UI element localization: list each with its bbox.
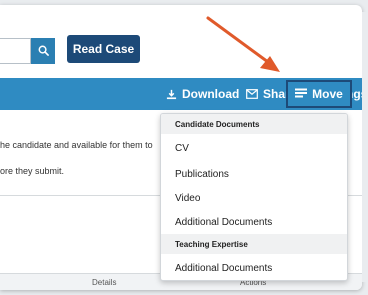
read-case-button[interactable]: Read Case	[67, 35, 140, 63]
search-input[interactable]	[0, 38, 31, 64]
menu-item-cv[interactable]: CV	[161, 134, 347, 162]
move-dropdown-menu: Candidate Documents CV Publications Vide…	[160, 113, 348, 281]
column-header-details[interactable]: Details	[92, 278, 116, 287]
description-line-2: ore they submit.	[0, 166, 65, 176]
move-button[interactable]: Move	[286, 80, 352, 108]
download-icon	[166, 89, 177, 100]
download-label: Download	[182, 87, 240, 101]
move-label: Move	[312, 87, 343, 101]
search-icon	[38, 44, 49, 59]
menu-section-candidate-documents: Candidate Documents	[161, 114, 347, 134]
menu-section-teaching-expertise: Teaching Expertise	[161, 234, 347, 254]
download-button[interactable]: Download	[166, 78, 239, 110]
search-button[interactable]	[31, 38, 55, 64]
menu-item-video[interactable]: Video	[161, 186, 347, 210]
menu-item-teaching-additional-documents[interactable]: Additional Documents	[161, 254, 347, 280]
move-list-icon	[295, 87, 308, 101]
page-scrollbar[interactable]	[362, 12, 368, 282]
menu-item-publications[interactable]: Publications	[161, 162, 347, 186]
envelope-icon	[246, 89, 258, 99]
description-line-1: he candidate and available for them to	[0, 140, 153, 150]
document-toolbar: Download Share Settings Move	[0, 78, 362, 110]
menu-item-additional-documents[interactable]: Additional Documents	[161, 210, 347, 234]
app-window: Read Case Download Share Settings Move	[0, 5, 362, 290]
